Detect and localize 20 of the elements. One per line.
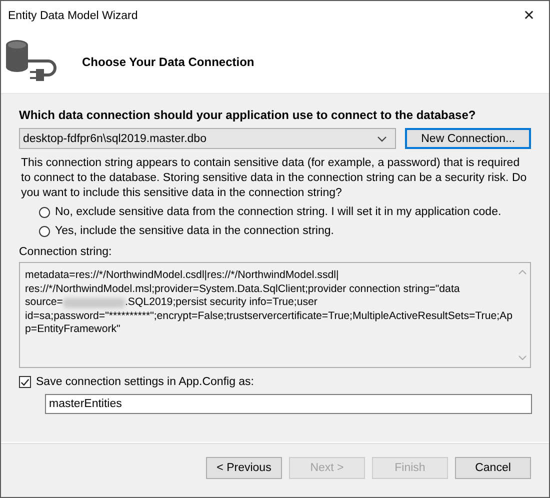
entities-name-field[interactable]: masterEntities <box>45 394 532 414</box>
wizard-button[interactable]: Cancel <box>455 456 531 478</box>
close-button[interactable]: ✕ <box>509 1 549 31</box>
scroll-down-icon[interactable] <box>518 355 526 361</box>
sensitive-data-notice: This connection string appears to contain sensitive data (for example, a password) that is required to connect to the database. Storing sensitive data in the connection string can be a security risk. Do you want to include this sensitive data in the connection string? <box>21 156 528 201</box>
question-label: Which data connection should your application use to connect to the database? <box>19 108 477 122</box>
scroll-up-icon[interactable] <box>518 269 526 275</box>
window-title: Entity Data Model Wizard <box>8 10 138 22</box>
radio-option[interactable]: No, exclude sensitive data from the connection string. I will set it in my application code. <box>39 206 531 218</box>
checkmark-icon <box>20 376 30 388</box>
connection-dropdown[interactable]: desktop-fdfpr6n\sql2019.master.dbo <box>19 128 396 149</box>
new-connection-button[interactable]: New Connection... <box>405 128 531 149</box>
connection-string-box[interactable]: metadata=res://*/NorthwindModel.csdl|res://*/NorthwindModel.ssdl| res://*/NorthwindModel.msl;provider=System.Data.SqlClient;provider connection string="data source= .SQL2019;persist security info=True;user id=sa;password="**********";encrypt=False;trustservercertificate=True;MultipleActiveResultSets=True;Ap p=EntityFramework" <box>19 262 531 368</box>
save-settings-checkbox[interactable]: Save connection settings in App.Config as: <box>19 376 531 388</box>
redacted-blur <box>62 298 125 308</box>
chevron-down-icon <box>377 136 388 142</box>
page-title: Choose Your Data Connection <box>82 55 254 69</box>
wizard-button[interactable]: < Previous <box>206 456 282 478</box>
connection-string-label: Connection string: <box>19 246 113 258</box>
radio-option[interactable]: Yes, include the sensitive data in the connection string. <box>39 225 531 237</box>
